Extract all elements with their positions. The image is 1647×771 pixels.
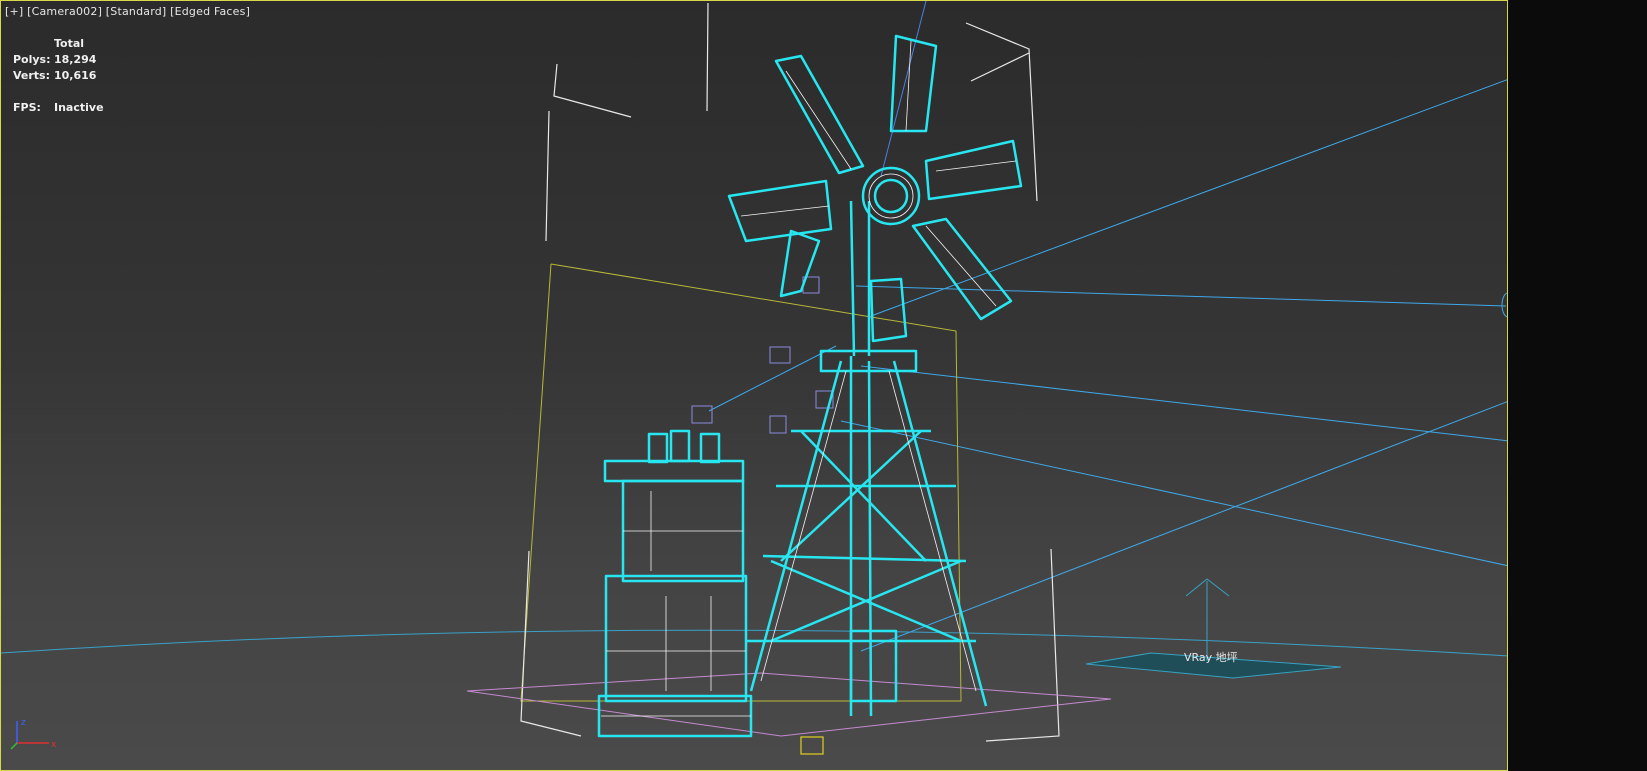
camera-viewport[interactable]: [+] [Camera002] [Standard] [Edged Faces]… (0, 0, 1508, 771)
stats-header: Total (54, 37, 85, 50)
windmill-edges (740, 40, 1017, 692)
viewport-menu-plus[interactable]: [+] (5, 5, 23, 18)
verts-value: 10,616 (54, 69, 97, 82)
verts-label: Verts: (13, 69, 51, 82)
vray-floor-label: VRay 地坪 (1184, 651, 1238, 664)
viewport-label[interactable]: [+] [Camera002] [Standard] [Edged Faces] (5, 5, 250, 18)
yellow-helper-cube (800, 736, 824, 755)
polys-value: 18,294 (54, 53, 97, 66)
polys-label: Polys: (13, 53, 51, 66)
viewport-shading-standard[interactable]: [Standard] (106, 5, 167, 18)
axis-z-label: z (21, 718, 26, 728)
fps-label: FPS: (13, 101, 41, 114)
fps-value: Inactive (54, 101, 104, 114)
right-panel (1508, 0, 1647, 771)
axis-x-label: x (51, 740, 57, 750)
ground-horizon-line (1, 629, 1507, 657)
scene-wireframe[interactable] (1, 1, 1508, 771)
viewport-display-mode[interactable]: [Edged Faces] (170, 5, 250, 18)
viewport-camera-menu[interactable]: [Camera002] (27, 5, 102, 18)
windmill-model[interactable] (727, 34, 1023, 717)
helper-cubes (691, 276, 834, 434)
camera-target-line (880, 1, 927, 177)
axis-gizmo-icon: z x (10, 718, 57, 750)
light-lines (708, 79, 1507, 652)
ground-plane-outline (466, 672, 1112, 737)
